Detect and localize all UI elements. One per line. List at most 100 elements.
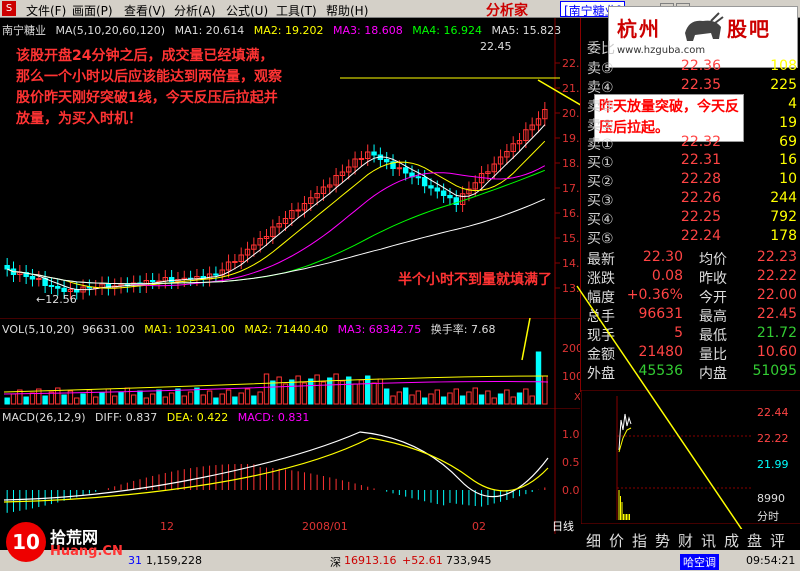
sz-index: 16913.16: [344, 554, 397, 567]
volume-bar: [383, 388, 390, 405]
price-tick-label: 20.00: [562, 107, 580, 120]
buy-row-5-label: 买⑤: [587, 231, 614, 247]
stat-label: 今开: [699, 290, 727, 306]
quote-panel: 委比 卖⑤ 22.36 108 卖④ 22.35 225 卖③ 4 卖② 19 卖① 22.32 69 买①…: [576, 18, 800, 547]
volume-bar: [80, 393, 86, 405]
macd-label: MACD(26,12,9): [2, 411, 86, 424]
sz-change: +52.61: [402, 554, 443, 567]
menu-tools[interactable]: 工具(T): [276, 2, 317, 19]
menu-analysis[interactable]: 分析(A): [174, 2, 216, 19]
stat-value: 22.45: [756, 306, 797, 322]
volume-bar: [459, 395, 466, 405]
watermark-number: 10: [6, 522, 46, 562]
candle-body: [48, 285, 55, 287]
candle-body: [55, 286, 61, 289]
macd-tick-label: 0.00: [562, 484, 580, 497]
vol-tick-label: 20000: [562, 342, 580, 355]
quote-title: 委比: [581, 38, 800, 57]
turnover-rate: 换手率: 7.68: [430, 323, 496, 336]
macd-chart[interactable]: 1.000.500.00122008/0102日线 MACD(26,12,9) …: [0, 407, 587, 534]
stat-label: 量比: [699, 347, 727, 363]
stat-label: 外盘: [587, 366, 615, 382]
price-tick-label: 18.00: [562, 157, 580, 170]
tab-4[interactable]: 财: [678, 530, 693, 551]
stat-value: 21.72: [756, 325, 797, 341]
buy-row-5-price: 22.24: [680, 228, 721, 244]
stat-value: 45536: [638, 363, 683, 379]
buy-row-4-label: 买④: [587, 212, 614, 228]
sz-volume: 733,945: [446, 554, 492, 567]
stat-row: 涨跌 0.08 昨收 22.22: [581, 268, 800, 287]
stat-label: 最低: [699, 328, 727, 344]
high-price-label: 22.45: [480, 40, 512, 53]
stat-label: 最高: [699, 309, 727, 325]
menu-screen[interactable]: 画面(P): [72, 2, 113, 19]
ma-label: MA(5,10,20,60,120): [55, 24, 166, 37]
menu-file[interactable]: 文件(F): [26, 2, 66, 19]
ma2-value: MA2: 19.202: [253, 24, 324, 37]
sell-row-4: 卖④ 22.35 225: [581, 77, 800, 96]
mini-tick-label: 8990: [757, 492, 785, 505]
macd-tick-label: 1.00: [562, 428, 580, 441]
buy-row-1: 买① 22.31 16: [581, 152, 800, 171]
candle-body: [428, 185, 434, 189]
sell-row-2: 卖② 19: [581, 115, 800, 134]
price-tick-label: 16.00: [562, 207, 580, 220]
buy-row-3-label: 买③: [587, 193, 614, 209]
volume-bar: [232, 396, 238, 405]
tab-0[interactable]: 细: [586, 530, 601, 551]
stock-name: 南宁糖业: [2, 24, 46, 37]
candle-body: [358, 158, 365, 160]
candle-body: [383, 159, 390, 163]
menu-view[interactable]: 查看(V): [124, 2, 166, 19]
macd-background: [0, 408, 580, 534]
vol-unit-label: X10: [574, 392, 580, 403]
mini-tick-label: 分时: [757, 510, 779, 523]
menu-help[interactable]: 帮助(H): [326, 2, 368, 19]
tool-button[interactable]: 哈空调: [680, 554, 719, 570]
tab-3[interactable]: 势: [655, 530, 670, 551]
watermark-url: Huang.CN: [50, 544, 123, 559]
volume-chart[interactable]: 20000 10000 X10 VOL(5,10,20) 96631.00 MA1:…: [0, 317, 597, 408]
intraday-mini-chart: 22.44 22.22 21.99 8990 分时: [581, 390, 800, 524]
macd-tick-label: 0.50: [562, 456, 580, 469]
brand-name: 分析家: [486, 3, 528, 19]
candle-body: [396, 167, 403, 170]
annotation-left: 该股开盘24分钟之后，成交量已经填满，那么一个小时以后应该能达到两倍量，观察股价…: [16, 48, 282, 127]
stat-value: 22.30: [642, 249, 683, 265]
tab-6[interactable]: 成: [724, 530, 739, 551]
quote-title-label: 委比: [587, 41, 615, 57]
stat-value: 96631: [638, 306, 683, 322]
candle-body: [232, 261, 238, 263]
sell-row-1: 卖① 22.32 69: [581, 134, 800, 153]
volume-bar: [365, 375, 371, 405]
volume-bar: [346, 376, 352, 405]
tab-8[interactable]: 评: [770, 530, 785, 551]
volume-bar: [42, 395, 48, 405]
stat-value: 51095: [752, 363, 797, 379]
macd-x-label: 02: [472, 520, 486, 533]
volume-bar: [497, 393, 504, 405]
tab-1[interactable]: 价: [609, 530, 624, 551]
stat-value: 21480: [638, 344, 683, 360]
candle-body: [149, 280, 156, 282]
stat-row: 总手 96631 最高 22.45: [581, 306, 800, 325]
vol-tick-label: 10000: [562, 370, 580, 383]
macd-x-label: 2008/01: [302, 520, 348, 533]
menu-formula[interactable]: 公式(U): [226, 2, 268, 19]
tab-7[interactable]: 盘: [747, 530, 762, 551]
volume-bar: [327, 377, 333, 405]
tab-5[interactable]: 讯: [701, 530, 716, 551]
volume-bar: [251, 395, 257, 405]
price-tick-label: 17.00: [562, 182, 580, 195]
sell-row-4-label: 卖④: [587, 80, 614, 96]
sell-row-1-volume: 69: [779, 134, 797, 150]
stat-row: 金额 21480 量比 10.60: [581, 344, 800, 363]
buy-row-5-volume: 178: [770, 228, 797, 244]
tab-2[interactable]: 指: [632, 530, 647, 551]
volume-bar: [440, 396, 447, 405]
stat-row: 外盘 45536 内盘 51095: [581, 363, 800, 382]
stat-value: 22.23: [756, 249, 797, 265]
volume-bar: [118, 391, 124, 405]
stat-label: 均价: [699, 252, 727, 268]
